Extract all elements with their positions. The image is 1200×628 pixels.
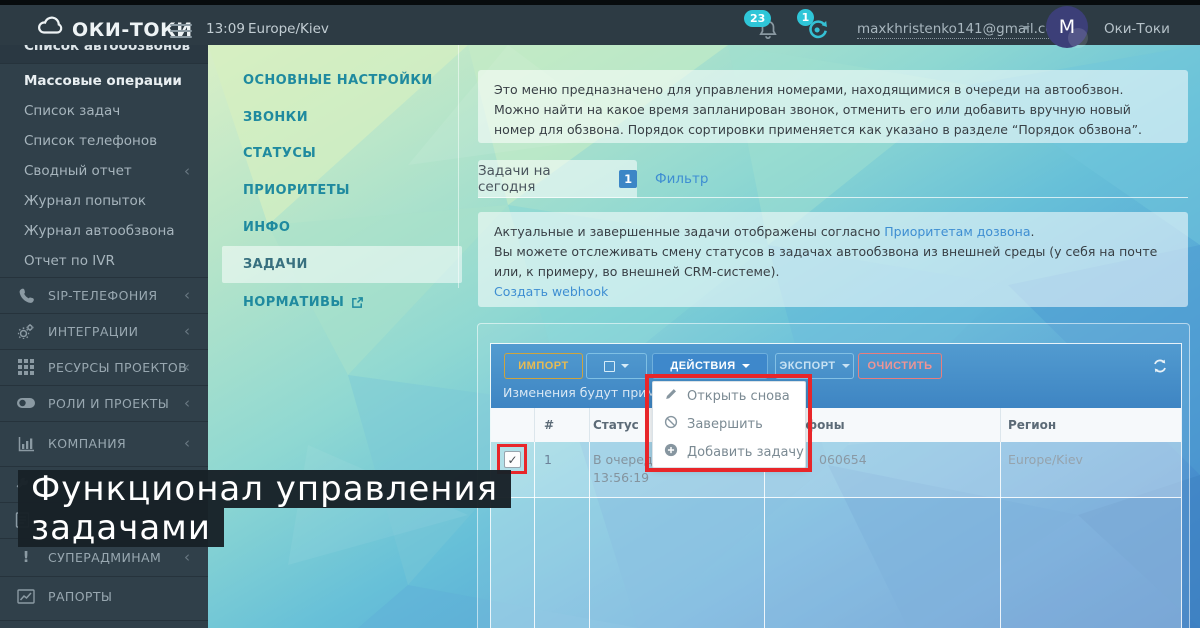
selection-dropdown-button[interactable] (586, 353, 647, 379)
note-line2: Вы можете отслеживать смену статусов в з… (494, 242, 1172, 282)
sidebar-item-mass-operations[interactable]: Массовые операции (0, 66, 208, 96)
submenu-item-statuses[interactable]: СТАТУСЫ (208, 138, 458, 168)
sidebar-section-integrations[interactable]: ИНТЕГРАЦИИ ‹ (0, 313, 208, 349)
note-text: Актуальные и завершенные задачи отображе… (494, 224, 884, 239)
sidebar-item-attempts-log[interactable]: Журнал попыток (0, 186, 208, 216)
caret-down-icon (621, 364, 629, 368)
sidebar-item-autodial-log[interactable]: Журнал автообзвона (0, 216, 208, 246)
submenu-item-main-settings[interactable]: ОСНОВНЫЕ НАСТРОЙКИ (208, 65, 458, 95)
hamburger-icon[interactable] (170, 24, 192, 38)
tab-tasks-today[interactable]: Задачи на сегодня 1 (478, 160, 637, 198)
cloud-logo-icon[interactable] (36, 13, 66, 41)
chevron-left-icon: ‹ (184, 550, 190, 565)
refresh-icon[interactable] (1151, 357, 1169, 379)
column-header-num[interactable]: # (544, 418, 554, 432)
caret-down-icon (742, 364, 750, 368)
tabs-underline (478, 197, 1188, 198)
app-screen: Список автообзвонов Массовые операции Сп… (0, 0, 1200, 628)
submenu-item-info[interactable]: ИНФО (208, 212, 458, 242)
caption-line2: задачами (18, 508, 224, 547)
chevron-left-icon: ‹ (184, 164, 190, 179)
exclamation-icon: ! (16, 548, 36, 566)
submenu-item-standards[interactable]: НОРМАТИВЫ (208, 287, 458, 317)
create-webhook-link[interactable]: Создать webhook (494, 284, 608, 299)
sidebar-section-roles-projects[interactable]: РОЛИ И ПРОЕКТЫ ‹ (0, 385, 208, 421)
account-name: Оки-Токи (1104, 21, 1170, 37)
column-header-region[interactable]: Регион (1008, 418, 1056, 432)
column-header-status[interactable]: Статус (593, 418, 639, 432)
gears-icon (16, 322, 36, 340)
chevron-left-icon: ‹ (184, 288, 190, 303)
divider (0, 620, 208, 621)
notifications-badge: 23 (744, 10, 771, 27)
submenu-item-priorities[interactable]: ПРИОРИТЕТЫ (208, 175, 458, 205)
sidebar-section-project-resources[interactable]: РЕСУРСЫ ПРОЕКТОВ ‹ (0, 349, 208, 385)
cell-phone: 060654 (819, 452, 867, 467)
toolbar-note: Изменения будут прим (503, 385, 656, 400)
sidebar-item-summary-report[interactable]: Сводный отчет ‹ (0, 156, 208, 186)
caret-down-icon (842, 364, 850, 368)
chevron-left-icon: ‹ (184, 396, 190, 411)
divider (0, 63, 208, 64)
table-toolbar: ИМПОРТ ДЕЙСТВИЯ ЭКСПОРТ ОЧИСТИТЬ (491, 344, 1181, 408)
grid-icon (16, 359, 36, 375)
avatar-sub-circle (1068, 28, 1088, 48)
toggle-icon (16, 397, 36, 409)
column-separator (534, 408, 535, 628)
sidebar-section-company[interactable]: КОМПАНИЯ ‹ (0, 421, 208, 466)
sidebar-item-ivr-report[interactable]: Отчет по IVR (0, 246, 208, 276)
tab-count-badge: 1 (619, 170, 637, 188)
user-email[interactable]: maxkhristenko141@gmail.com (857, 21, 1067, 39)
sidebar-item-autodial-list[interactable]: Список автообзвонов (0, 45, 208, 63)
sidebar-item-task-list[interactable]: Список задач (0, 96, 208, 126)
priorities-link[interactable]: Приоритетам дозвона (884, 224, 1030, 239)
tab-filter[interactable]: Фильтр (655, 171, 708, 187)
chevron-left-icon: ‹ (184, 324, 190, 339)
bar-chart-icon (16, 436, 36, 452)
submenu-item-calls[interactable]: ЗВОНКИ (208, 102, 458, 132)
cell-num: 1 (544, 452, 552, 467)
chevron-down-icon[interactable] (1022, 26, 1030, 30)
import-button[interactable]: ИМПОРТ (504, 353, 583, 379)
sidebar-section-reports[interactable]: РАПОРТЫ (0, 576, 208, 616)
intro-info-box: Это меню предназначено для управления но… (478, 70, 1188, 143)
cell-status-line2: 13:56:19 (593, 470, 649, 485)
column-separator (589, 408, 590, 628)
tasks-table: ИМПОРТ ДЕЙСТВИЯ ЭКСПОРТ ОЧИСТИТЬ (490, 343, 1182, 628)
sidebar-section-sip-telephony[interactable]: SIP-ТЕЛЕФОНИЯ ‹ (0, 277, 208, 313)
timezone-label: Europe/Kiev (248, 21, 329, 37)
annotation-dropdown-highlight (645, 374, 812, 472)
phone-icon (16, 287, 36, 304)
checkbox-icon (604, 361, 615, 372)
table-empty-area (491, 498, 1181, 628)
submenu-item-tasks-active[interactable]: ЗАДАЧИ (222, 246, 462, 283)
tasks-info-box: Актуальные и завершенные задачи отображе… (478, 212, 1188, 307)
callbacks-badge: 1 (797, 9, 814, 26)
line-chart-icon (16, 589, 36, 604)
caption-line1: Функционал управления (18, 470, 511, 508)
external-link-icon (351, 296, 364, 309)
clock-time: 13:09 (206, 21, 245, 37)
sidebar-item-phone-list[interactable]: Список телефонов (0, 126, 208, 156)
cell-region: Europe/Kiev (1008, 452, 1083, 467)
intro-text: Это меню предназначено для управления но… (494, 82, 1142, 137)
column-separator (1000, 408, 1001, 628)
chevron-left-icon: ‹ (184, 360, 190, 375)
chevron-left-icon: ‹ (184, 436, 190, 451)
topbar: ОКИ-ТОКИ 13:09 Europe/Kiev 23 1 maxkhris… (0, 0, 1200, 45)
clear-button[interactable]: ОЧИСТИТЬ (858, 353, 942, 379)
